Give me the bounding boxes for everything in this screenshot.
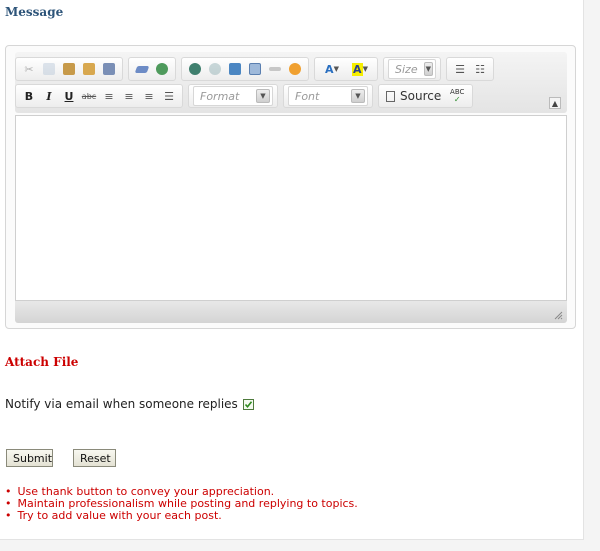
style-group: B I U abc ≡ ≡ ≡ ☰	[15, 84, 183, 108]
checkmark-icon	[244, 400, 252, 408]
align-left-icon[interactable]: ≡	[100, 87, 118, 105]
align-right-icon[interactable]: ≡	[140, 87, 158, 105]
format-select[interactable]: Format ▼	[193, 86, 273, 106]
bold-button[interactable]: B	[20, 87, 38, 105]
source-button-label: Source	[400, 89, 442, 103]
source-group: Source ABC ✓	[378, 84, 474, 108]
notify-option: Notify via email when someone replies	[5, 397, 254, 411]
chevron-down-icon: ▼	[351, 89, 365, 103]
horizontal-rule-icon[interactable]	[266, 60, 284, 78]
attach-file-link[interactable]: Attach File	[5, 355, 78, 369]
font-select-label: Font	[295, 89, 320, 103]
message-editor-area[interactable]	[15, 115, 567, 301]
paste-icon[interactable]	[60, 60, 78, 78]
editor-toolbar: ✂ A ▼ A ▼ Size ▼ ☰ ☷ B I U abc ≡ ≡ ≡ ☰ F…	[15, 52, 567, 113]
size-group: Size ▼	[383, 57, 441, 81]
italic-button[interactable]: I	[40, 87, 58, 105]
table-icon[interactable]	[246, 60, 264, 78]
strikethrough-button[interactable]: abc	[80, 87, 98, 105]
numbered-list-icon[interactable]: ☰	[451, 60, 469, 78]
font-color-icon[interactable]: A ▼	[319, 60, 345, 78]
notify-label: Notify via email when someone replies	[5, 397, 238, 411]
bulleted-list-icon[interactable]: ☷	[471, 60, 489, 78]
insert-group	[181, 57, 309, 81]
size-select-label: Size	[395, 62, 418, 76]
reset-button[interactable]: Reset	[73, 449, 116, 467]
submit-button[interactable]: Submit	[6, 449, 53, 467]
image-icon[interactable]	[226, 60, 244, 78]
reply-form-panel: Message ✂ A ▼ A ▼ Size ▼ ☰ ☷ B I U abc ≡…	[0, 0, 584, 540]
bg-color-label: A	[352, 62, 363, 76]
smiley-icon[interactable]	[286, 60, 304, 78]
clipboard-group: ✂	[15, 57, 123, 81]
align-center-icon[interactable]: ≡	[120, 87, 138, 105]
message-section-title: Message	[5, 5, 64, 19]
font-group: Font ▼	[283, 84, 373, 108]
chevron-down-icon: ▼	[423, 62, 433, 76]
rich-text-editor: ✂ A ▼ A ▼ Size ▼ ☰ ☷ B I U abc ≡ ≡ ≡ ☰ F…	[5, 45, 576, 329]
spellcheck-icon[interactable]: ABC ✓	[446, 87, 468, 105]
list-group: ☰ ☷	[446, 57, 494, 81]
copy-icon[interactable]	[40, 60, 58, 78]
document-icon	[386, 90, 395, 102]
justify-icon[interactable]: ☰	[160, 87, 178, 105]
source-button[interactable]: Source	[382, 89, 445, 103]
editor-status-bar	[15, 301, 567, 323]
collapse-toolbar-icon[interactable]: ▲	[549, 97, 561, 109]
cut-icon[interactable]: ✂	[20, 60, 38, 78]
font-select[interactable]: Font ▼	[288, 86, 368, 106]
color-group: A ▼ A ▼	[314, 57, 378, 81]
toolbar-row-2: B I U abc ≡ ≡ ≡ ☰ Format ▼ Font ▼ Source…	[15, 83, 478, 109]
format-select-label: Format	[200, 89, 240, 103]
eraser-icon[interactable]	[133, 60, 151, 78]
select-all-icon[interactable]	[153, 60, 171, 78]
list-item: Try to add value with your each post.	[5, 510, 358, 522]
underline-button[interactable]: U	[60, 87, 78, 105]
paste-word-icon[interactable]	[100, 60, 118, 78]
notify-checkbox[interactable]	[242, 398, 254, 410]
toolbar-row-1: ✂ A ▼ A ▼ Size ▼ ☰ ☷	[15, 56, 499, 82]
link-icon[interactable]	[186, 60, 204, 78]
unlink-icon[interactable]	[206, 60, 224, 78]
resize-handle-icon[interactable]	[553, 310, 563, 320]
chevron-down-icon: ▼	[256, 89, 270, 103]
size-select[interactable]: Size ▼	[388, 59, 436, 79]
tools-group	[128, 57, 176, 81]
background-color-icon[interactable]: A ▼	[347, 60, 373, 78]
posting-tips-list: Use thank button to convey your apprecia…	[5, 486, 358, 522]
paste-text-icon[interactable]	[80, 60, 98, 78]
format-group: Format ▼	[188, 84, 278, 108]
font-color-label: A	[325, 62, 334, 76]
